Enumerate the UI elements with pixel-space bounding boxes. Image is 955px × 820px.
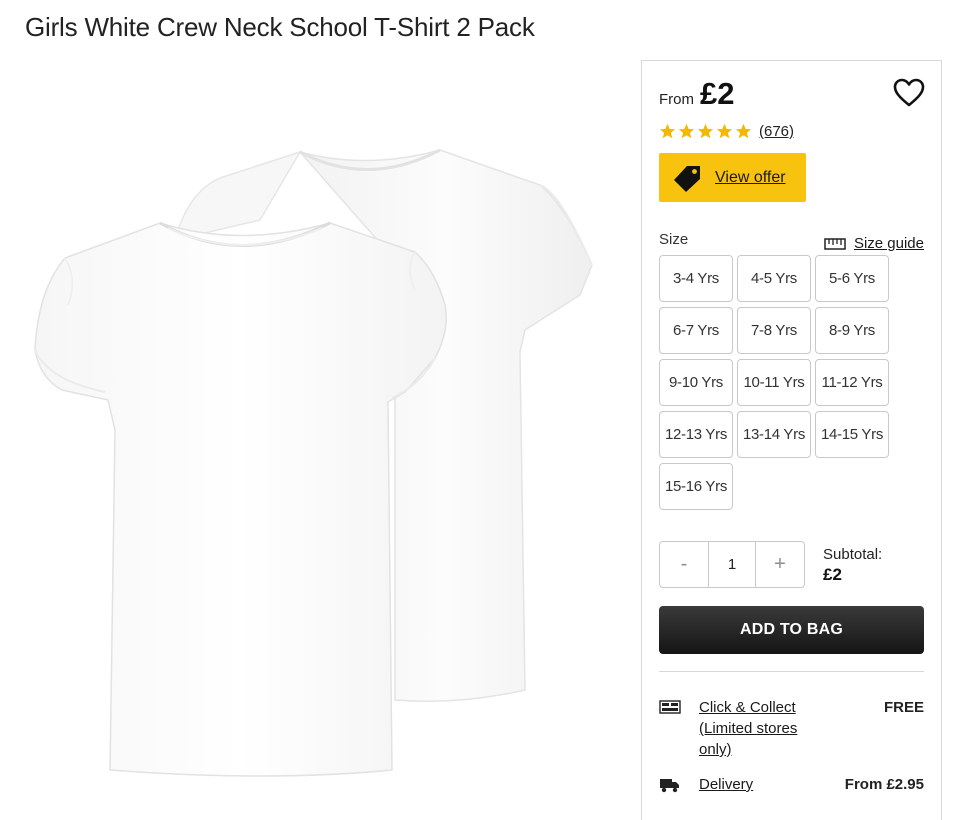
click-collect-price: FREE: [883, 699, 924, 716]
star-icon: [659, 123, 676, 139]
quantity-input[interactable]: 1: [708, 542, 756, 587]
click-collect-icon: [659, 700, 681, 714]
product-image[interactable]: [20, 130, 620, 790]
star-icon: [678, 123, 695, 139]
size-guide-label: Size guide: [853, 235, 924, 252]
price-row: From £2: [659, 77, 734, 111]
wishlist-heart-icon[interactable]: [893, 78, 925, 108]
truck-icon: [660, 779, 679, 793]
quantity-decrease-button[interactable]: -: [660, 542, 708, 587]
subtotal-value: £2: [823, 565, 842, 584]
star-icon: [735, 123, 752, 139]
rating: (676): [659, 123, 794, 140]
size-option[interactable]: 7-8 Yrs: [737, 307, 811, 354]
subtotal-label: Subtotal:: [823, 546, 883, 563]
size-option[interactable]: 14-15 Yrs: [815, 411, 889, 458]
delivery-link[interactable]: Delivery: [699, 774, 819, 798]
size-option[interactable]: 13-14 Yrs: [737, 411, 811, 458]
size-options: 3-4 Yrs 4-5 Yrs 5-6 Yrs 6-7 Yrs 7-8 Yrs …: [659, 255, 894, 510]
view-offer-button[interactable]: View offer: [659, 153, 806, 202]
size-option[interactable]: 5-6 Yrs: [815, 255, 889, 302]
front-shirt: [34, 221, 447, 777]
size-label: Size: [659, 231, 689, 248]
subtotal: Subtotal: £2: [823, 546, 882, 586]
size-option[interactable]: 9-10 Yrs: [659, 359, 733, 406]
click-collect-link[interactable]: Click & Collect (Limited stores only): [699, 697, 819, 760]
star-icon: [716, 123, 733, 139]
quantity-stepper: - 1 +: [659, 541, 805, 588]
divider: [659, 671, 924, 672]
size-option[interactable]: 12-13 Yrs: [659, 411, 733, 458]
delivery-option-home: Delivery From £2.95: [659, 774, 924, 798]
size-guide-link[interactable]: Size guide: [824, 235, 924, 252]
add-to-bag-button[interactable]: ADD TO BAG: [659, 606, 924, 654]
size-option[interactable]: 4-5 Yrs: [737, 255, 811, 302]
size-option[interactable]: 10-11 Yrs: [737, 359, 811, 406]
view-offer-label: View offer: [715, 168, 786, 186]
size-option[interactable]: 3-4 Yrs: [659, 255, 733, 302]
star-icon: [697, 123, 714, 139]
delivery-price: From £2.95: [844, 776, 924, 793]
size-option[interactable]: 6-7 Yrs: [659, 307, 733, 354]
price-tag-icon: [674, 165, 700, 192]
size-option[interactable]: 8-9 Yrs: [815, 307, 889, 354]
size-option[interactable]: 11-12 Yrs: [815, 359, 889, 406]
quantity-increase-button[interactable]: +: [756, 542, 804, 587]
price: £2: [700, 76, 735, 111]
purchase-panel: From £2 (676) View offer Size Size guide…: [641, 60, 942, 820]
size-option[interactable]: 15-16 Yrs: [659, 463, 733, 510]
ruler-icon: [824, 237, 846, 250]
product-title: Girls White Crew Neck School T-Shirt 2 P…: [25, 12, 535, 42]
price-from-label: From: [659, 91, 694, 108]
delivery-option-click-collect: Click & Collect (Limited stores only) FR…: [659, 697, 924, 760]
reviews-count-link[interactable]: (676): [759, 123, 794, 140]
